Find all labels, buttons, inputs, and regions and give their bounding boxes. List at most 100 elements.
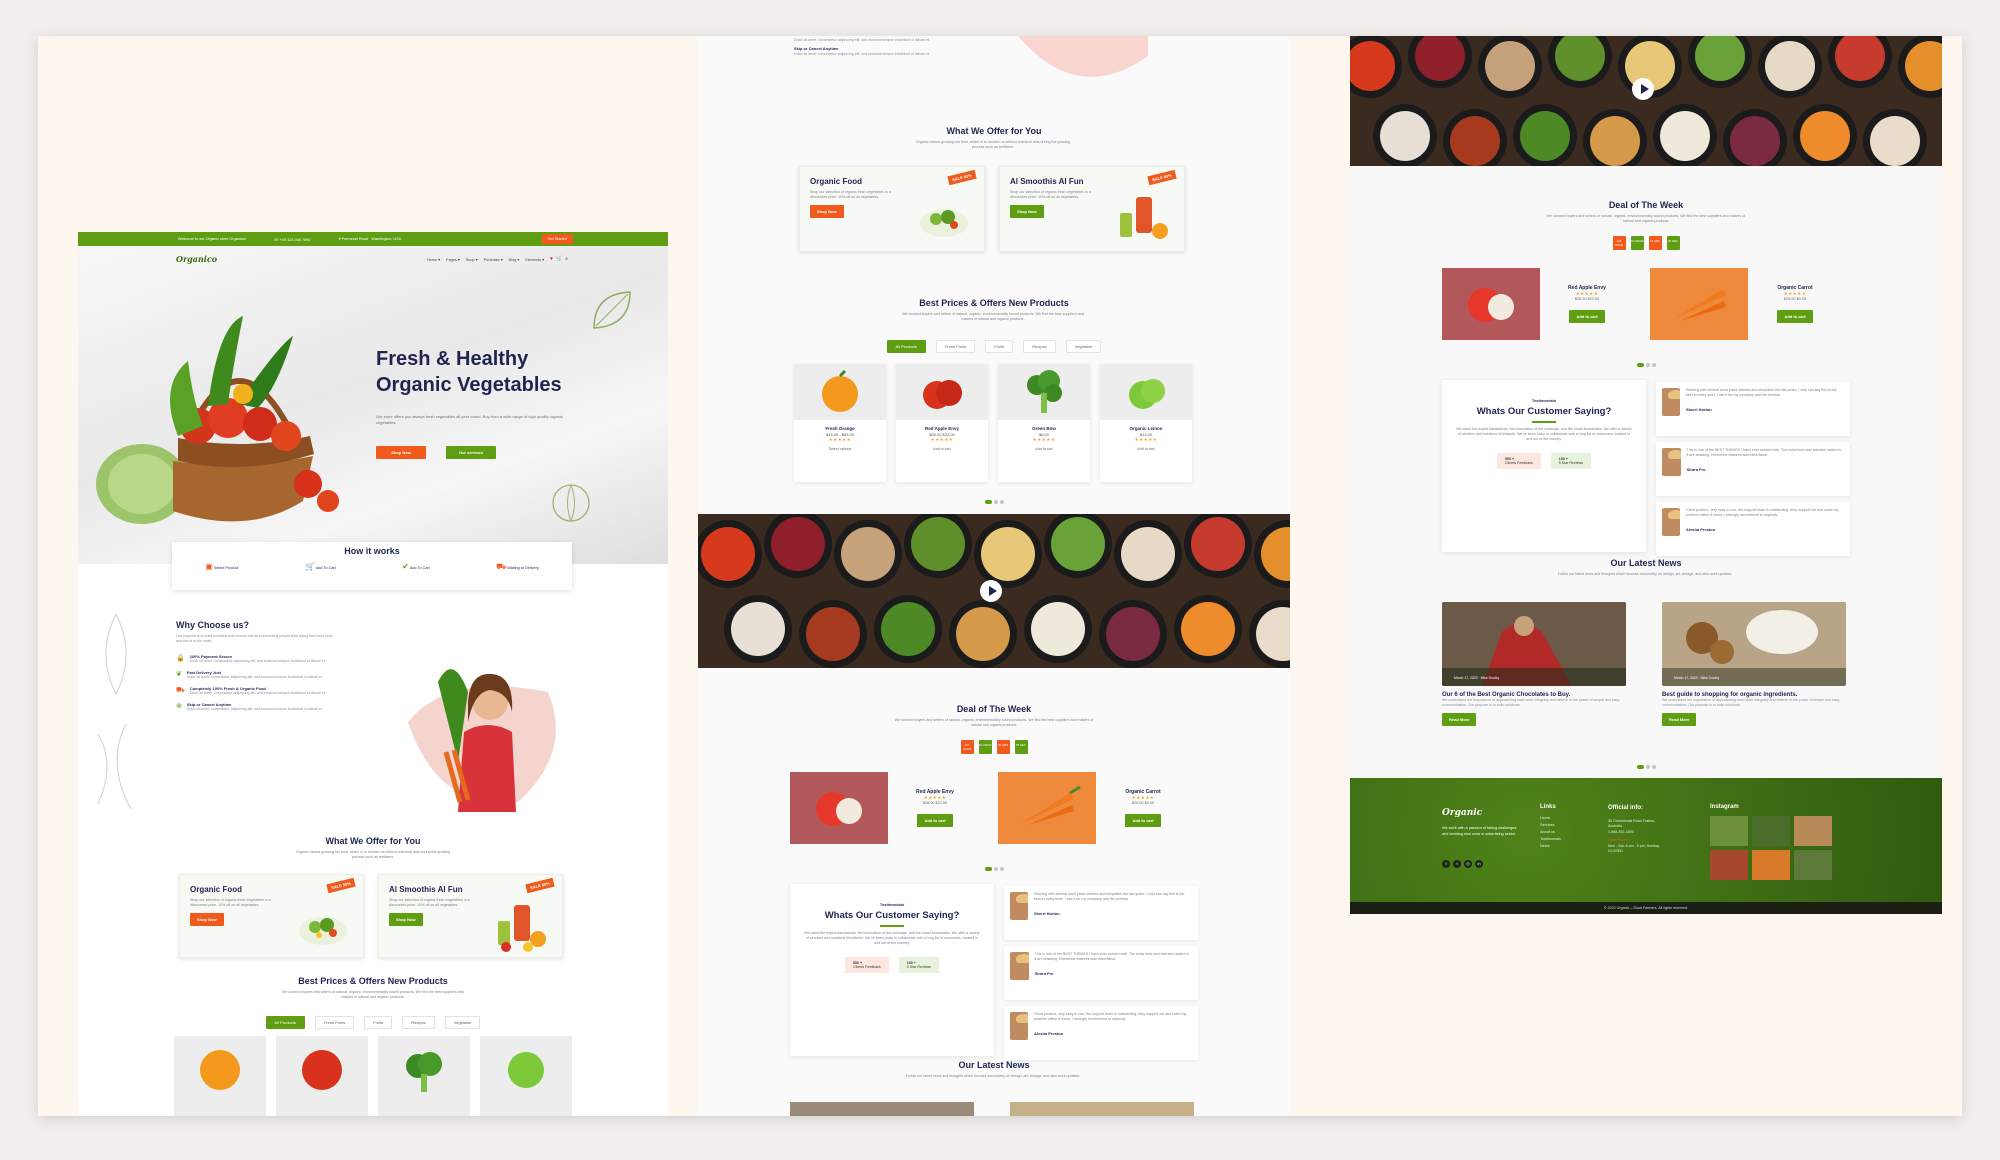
offer-description: Organic means growing our food, which is… bbox=[915, 140, 1071, 150]
product-card-broccoli[interactable]: Green Bow $6.00 ★★★★★ Add to cart bbox=[998, 364, 1090, 482]
nav-bar: Organico Home ▾ Pages ▾ Shop ▾ Purchase … bbox=[176, 252, 568, 266]
linkedin-icon[interactable]: in bbox=[1475, 860, 1483, 868]
offer-card-organic-food[interactable]: Organic Food Shop our selection of organ… bbox=[179, 874, 364, 958]
tab-fresh-fruits[interactable]: Fresh Fruits bbox=[935, 340, 976, 353]
carousel-dots[interactable] bbox=[1350, 354, 1942, 372]
testimonials-description: We value the expert translations, the in… bbox=[804, 931, 980, 946]
instagram-thumb[interactable] bbox=[1794, 850, 1832, 880]
instagram-thumb[interactable] bbox=[1794, 816, 1832, 846]
tab-fruits[interactable]: Fruits bbox=[985, 340, 1014, 353]
news-excerpt: We understand the importance of approach… bbox=[1442, 698, 1620, 708]
add-to-cart-button[interactable]: Add to cart bbox=[1777, 310, 1813, 323]
footer-logo[interactable]: Organic bbox=[1442, 808, 1482, 818]
deal-item-apple[interactable]: Red Apple Envy ★★★★★ $26.00 $22.00 Add t… bbox=[790, 772, 970, 844]
shop-now-button[interactable]: Shop Now bbox=[376, 446, 426, 459]
carousel-dots[interactable] bbox=[1350, 756, 1942, 774]
page-preview-3: Deal of The Week We connect buyers and s… bbox=[1350, 36, 1942, 914]
testimonials-intro-card: Testimonials Whats Our Customer Saying? … bbox=[1442, 380, 1646, 552]
footer-link-about[interactable]: About us bbox=[1540, 830, 1561, 834]
offer-card-organic-food[interactable]: Organic Food Shop our selection of organ… bbox=[799, 166, 985, 252]
nav-purchase[interactable]: Purchase ▾ bbox=[484, 257, 503, 262]
instagram-thumb[interactable] bbox=[1710, 816, 1748, 846]
feature-list-top: Dolor sit amet, consectetur adipiscing e… bbox=[794, 38, 931, 56]
cart-icon[interactable]: 🛒 bbox=[556, 256, 562, 262]
offer-card-smoothies[interactable]: Al Smoothis Al Fun Shop our selection of… bbox=[999, 166, 1185, 252]
offer-shop-button[interactable]: Shop Now bbox=[810, 205, 844, 219]
read-more-button[interactable]: Read More bbox=[1442, 713, 1477, 727]
tab-all-products[interactable]: All Products bbox=[886, 340, 926, 353]
tab-recipes[interactable]: Recipes bbox=[1023, 340, 1056, 353]
offer-card-smoothies[interactable]: Al Smoothis Al Fun Shop our selection of… bbox=[378, 874, 563, 958]
product-card-orange[interactable]: Fresh Orange $13.00 - $65.00 ★★★★★ Selec… bbox=[794, 364, 886, 482]
offer-shop-button[interactable]: Shop Now bbox=[389, 913, 423, 927]
product-image[interactable] bbox=[174, 1036, 266, 1116]
offer-shop-button[interactable]: Shop Now bbox=[190, 913, 224, 927]
search-icon[interactable]: ⌕ bbox=[565, 256, 568, 262]
news-image-farmer[interactable]: March 17, 2023 · Mike Dooley bbox=[1442, 602, 1626, 686]
add-to-cart-button[interactable]: Add to cart bbox=[1125, 814, 1161, 827]
instagram-thumb[interactable] bbox=[1752, 850, 1790, 880]
deal-description: We connect buyers and sellers of natural… bbox=[894, 718, 1094, 728]
tab-fruits[interactable]: Fruits bbox=[364, 1016, 393, 1029]
product-card-lemon[interactable]: Organic Lemon $12.00 ★★★★★ Add to cart bbox=[1100, 364, 1192, 482]
add-to-cart-button[interactable]: Add to cart bbox=[917, 814, 953, 827]
footer-link-home[interactable]: Home bbox=[1540, 816, 1561, 820]
add-to-cart-link[interactable]: Add to cart bbox=[1100, 447, 1192, 451]
add-to-cart-button[interactable]: Add to cart bbox=[1569, 310, 1605, 323]
tab-vegetable[interactable]: Vegetable bbox=[444, 1016, 481, 1029]
carousel-dots[interactable] bbox=[698, 858, 1290, 876]
tab-recipes[interactable]: Recipes bbox=[402, 1016, 435, 1029]
cart-icon: 🛒 bbox=[304, 562, 315, 571]
product-name: Green Bow bbox=[1032, 426, 1056, 431]
nav-home[interactable]: Home ▾ bbox=[427, 257, 440, 262]
news-excerpt: We understand the importance of approach… bbox=[1662, 698, 1840, 708]
news-image-cropped bbox=[790, 1102, 974, 1116]
deal-item-carrot[interactable]: Organic Carrot ★★★★★ $25.00 $4.00 Add to… bbox=[1650, 268, 1830, 340]
nav-blog[interactable]: Blog ▾ bbox=[509, 257, 520, 262]
tab-all-products[interactable]: All Products bbox=[265, 1016, 305, 1029]
truck-icon: ⛟ bbox=[176, 687, 185, 695]
nav-pages[interactable]: Pages ▾ bbox=[446, 257, 460, 262]
offer-card-desc: Shop our selection of organic fresh vege… bbox=[810, 190, 891, 200]
carousel-dots[interactable] bbox=[698, 491, 1290, 509]
read-more-button[interactable]: Read More bbox=[1662, 713, 1697, 727]
get-started-button[interactable]: Get Started bbox=[541, 234, 573, 244]
deal-image bbox=[998, 772, 1096, 844]
social-icons: f t ◎ in bbox=[1442, 860, 1483, 868]
footer-link-testimonials[interactable]: Testimonials bbox=[1540, 837, 1561, 841]
play-button[interactable] bbox=[1632, 78, 1654, 100]
footer-link-news[interactable]: News bbox=[1540, 844, 1561, 848]
stat-reviews: 150 +5 Star Reviews bbox=[1550, 452, 1591, 469]
select-options-link[interactable]: Select options bbox=[794, 447, 886, 451]
play-button[interactable] bbox=[980, 580, 1002, 602]
tab-fresh-fruits[interactable]: Fresh Fruits bbox=[314, 1016, 355, 1029]
product-card-apple[interactable]: Red Apple Envy $26.00 $22.00 ★★★★★ Add t… bbox=[896, 364, 988, 482]
nav-elements[interactable]: Elements ▾ bbox=[525, 257, 544, 262]
product-image[interactable] bbox=[378, 1036, 470, 1116]
twitter-icon[interactable]: t bbox=[1453, 860, 1461, 868]
deal-item-apple[interactable]: Red Apple Envy ★★★★★ $26.00 $22.00 Add t… bbox=[1442, 268, 1622, 340]
deal-image bbox=[1442, 268, 1540, 340]
footer-links: Links Home Services About us Testimonial… bbox=[1540, 804, 1561, 851]
news-image-walnuts[interactable]: March 17, 2023 · Mike Dooley bbox=[1662, 602, 1846, 686]
footer-link-services[interactable]: Services bbox=[1540, 823, 1561, 827]
timer-minutes: 01 MIN bbox=[996, 740, 1010, 754]
deal-price: $25.00 $4.00 bbox=[1783, 297, 1807, 301]
add-to-cart-link[interactable]: Add to cart bbox=[896, 447, 988, 451]
product-image[interactable] bbox=[480, 1036, 572, 1116]
product-image[interactable] bbox=[276, 1036, 368, 1116]
nav-shop[interactable]: Shop ▾ bbox=[466, 257, 478, 262]
facebook-icon[interactable]: f bbox=[1442, 860, 1450, 868]
instagram-thumb[interactable] bbox=[1752, 816, 1790, 846]
heart-icon[interactable]: ♥ bbox=[550, 256, 553, 262]
logo[interactable]: Organico bbox=[176, 254, 217, 264]
instagram-icon[interactable]: ◎ bbox=[1464, 860, 1472, 868]
offer-shop-button[interactable]: Shop Now bbox=[1010, 205, 1044, 219]
add-to-cart-link[interactable]: Add to cart bbox=[998, 447, 1090, 451]
timer-hours: 23 HOUR bbox=[978, 740, 992, 754]
our-services-button[interactable]: Our services bbox=[446, 446, 496, 459]
instagram-thumb[interactable] bbox=[1710, 850, 1748, 880]
tab-vegetable[interactable]: Vegetable bbox=[1065, 340, 1102, 353]
box-icon: ▣ bbox=[205, 562, 213, 571]
deal-item-carrot[interactable]: Organic Carrot ★★★★★ $25.00 $4.00 Add to… bbox=[998, 772, 1178, 844]
